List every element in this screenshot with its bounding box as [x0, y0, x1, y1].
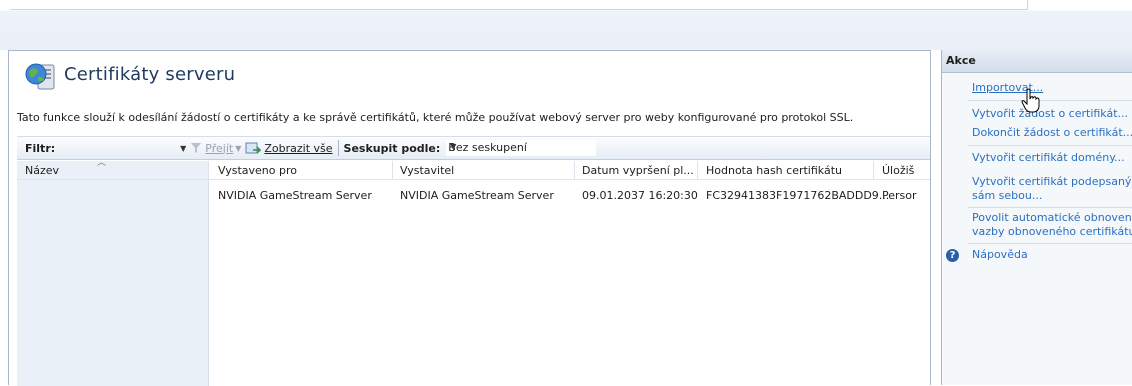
help-icon: ? — [946, 249, 959, 262]
action-enable-auto-renew[interactable]: Povolit automatické obnovení — [972, 211, 1132, 225]
cell-expiration: 09.01.2037 16:20:30 — [582, 189, 698, 202]
action-create-domain-cert[interactable]: Vytvořit certifikát domény... — [972, 151, 1125, 165]
actions-separator — [968, 207, 1132, 208]
funnel-icon — [191, 143, 202, 153]
window-top-strip — [0, 0, 1132, 50]
goto-button[interactable]: Přejít — [190, 142, 233, 155]
column-header-name[interactable]: Název — [25, 164, 59, 177]
column-separator — [208, 161, 209, 179]
filter-dropdown-icon[interactable]: ▼ — [180, 144, 186, 153]
certificates-table: Název ︿ Vystaveno pro Vystavitel Datum v… — [17, 158, 930, 386]
action-enable-auto-renew-line2[interactable]: vazby obnoveného certifikátu — [972, 225, 1132, 239]
action-help[interactable]: Nápověda — [972, 248, 1028, 262]
cell-hash: FC32941383F1971762BADDD9... — [706, 189, 890, 202]
group-by-select[interactable]: Bez seskupení ▼ — [446, 140, 597, 156]
column-separator — [574, 161, 575, 179]
filter-label: Filtr: — [25, 141, 56, 155]
goto-label: Přejít — [205, 141, 234, 155]
feature-description: Tato funkce slouží k odesílání žádostí o… — [17, 111, 854, 124]
column-header-hash[interactable]: Hodnota hash certifikátu — [706, 164, 842, 177]
page-title: Certifikáty serveru — [64, 64, 236, 85]
feature-pane: Certifikáty serveru Tato funkce slouží k… — [8, 50, 931, 386]
action-create-self-signed-line2[interactable]: sám sebou... — [972, 189, 1042, 203]
column-header-issuer[interactable]: Vystavitel — [400, 164, 454, 177]
column-header-issued-to[interactable]: Vystaveno pro — [218, 164, 297, 177]
goto-dropdown-icon[interactable]: ▼ — [235, 144, 241, 153]
column-header-store[interactable]: Úložiš — [882, 164, 930, 177]
filter-toolbar: Filtr: ▼ Přejít ▼ Zobrazit vše Seskupit … — [17, 136, 930, 160]
show-all-label: Zobrazit vše — [264, 141, 333, 155]
table-header: Název ︿ Vystaveno pro Vystavitel Datum v… — [17, 158, 930, 180]
group-by-label: Seskupit podle: — [343, 141, 441, 155]
column-separator — [697, 161, 698, 179]
filter-input[interactable] — [59, 139, 179, 157]
action-complete-request[interactable]: Dokončit žádost o certifikát... — [972, 126, 1132, 140]
cell-store: Persor — [882, 189, 917, 202]
sort-ascending-icon: ︿ — [97, 158, 107, 168]
group-by-dropdown-icon: ▼ — [450, 142, 457, 151]
certificate-globe-icon — [25, 63, 55, 90]
actions-header: Akce — [942, 50, 1132, 73]
toolbar-separator — [337, 140, 339, 156]
column-separator — [873, 161, 874, 179]
action-create-request[interactable]: Vytvořit žádost o certifikát... — [972, 107, 1128, 121]
actions-separator — [968, 243, 1132, 244]
action-create-self-signed[interactable]: Vytvořit certifikát podepsaný — [972, 175, 1131, 189]
actions-separator — [968, 100, 1132, 101]
name-column-body — [17, 161, 209, 386]
column-separator — [392, 161, 393, 179]
actions-separator — [968, 145, 1132, 146]
show-all-icon — [245, 142, 262, 154]
cell-issuer: NVIDIA GameStream Server — [400, 189, 554, 202]
address-bar[interactable] — [10, 0, 1028, 10]
cell-issued-to: NVIDIA GameStream Server — [218, 189, 372, 202]
show-all-button[interactable]: Zobrazit vše — [245, 141, 333, 155]
column-header-expiration[interactable]: Datum vypršení pl... — [582, 164, 702, 177]
hand-cursor-icon — [1021, 88, 1040, 113]
